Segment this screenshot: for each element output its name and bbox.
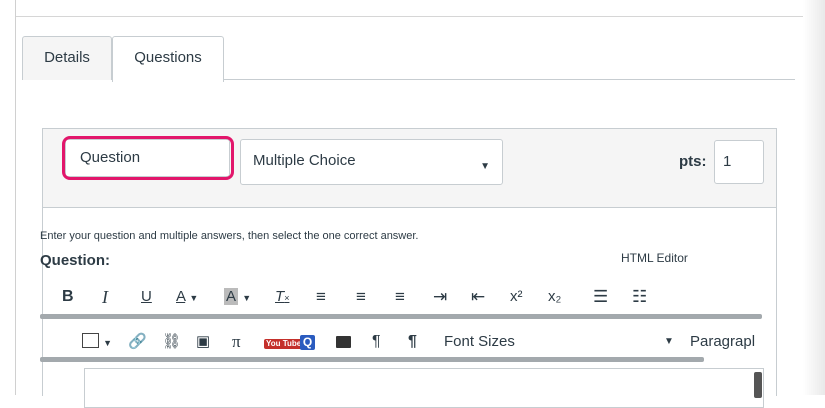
outdent-icon[interactable]: ⇤ <box>471 282 485 312</box>
tab-details[interactable]: Details <box>22 36 112 80</box>
top-divider <box>16 16 811 17</box>
question-header: Question Multiple Choice ▼ pts: 1 <box>43 129 776 208</box>
table-icon <box>82 333 99 348</box>
question-type-value: Multiple Choice <box>253 152 356 169</box>
quizlet-button[interactable]: Q <box>300 327 315 357</box>
unlink-icon[interactable]: ⛓ <box>162 327 181 357</box>
window-shadow <box>803 0 825 395</box>
background-color-icon: A <box>224 288 239 305</box>
clear-formatting-icon: T <box>275 288 285 305</box>
question-label: Question: <box>40 252 110 269</box>
youtube-icon: You Tube <box>264 339 304 349</box>
youtube-button[interactable]: You Tube <box>264 327 304 357</box>
align-center-icon[interactable]: ≡ <box>356 282 366 312</box>
ltr-icon[interactable]: ¶ <box>372 327 381 357</box>
question-type-select[interactable]: Multiple Choice ▼ <box>240 139 503 185</box>
chevron-down-icon: ▼ <box>189 293 199 303</box>
clear-formatting-button[interactable]: T× <box>275 282 289 313</box>
points-label: pts: <box>679 153 707 170</box>
tab-questions[interactable]: Questions <box>112 36 224 82</box>
editor-scrollbar[interactable] <box>754 372 762 398</box>
media-button[interactable] <box>336 327 351 357</box>
font-color-button[interactable]: A ▼ <box>176 282 198 313</box>
quizlet-icon: Q <box>300 335 315 350</box>
chevron-down-icon: ▼ <box>242 293 252 303</box>
toolbar-scrollbar[interactable] <box>40 314 762 319</box>
background-color-button[interactable]: A ▼ <box>224 282 251 313</box>
superscript-button[interactable]: x² <box>510 282 523 312</box>
font-color-icon: A <box>176 288 186 305</box>
numbered-list-icon[interactable]: ☷ <box>632 282 647 312</box>
bullet-list-icon[interactable]: ☰ <box>593 282 608 312</box>
points-input[interactable]: 1 <box>714 140 764 184</box>
image-icon[interactable]: ▣ <box>196 327 210 357</box>
editor-toolbar-row2: ▼ 🔗 ⛓ ▣ π You Tube Q ¶ ¶ Font Sizes ▼ Pa… <box>40 327 762 357</box>
dropdown-caret-icon: ▼ <box>480 161 490 172</box>
rtl-icon[interactable]: ¶ <box>408 327 417 357</box>
paragraph-dropdown[interactable]: Paragrapl <box>690 327 755 357</box>
table-button[interactable]: ▼ <box>82 327 112 358</box>
editor-toolbar-row1: B I U A ▼ A ▼ T× ≡ ≡ ≡ ⇥ ⇤ x² x₂ ☰ ☷ <box>40 282 762 312</box>
toolbar-scrollbar[interactable] <box>40 357 704 362</box>
chevron-down-icon: ▼ <box>103 338 113 348</box>
tab-details-label: Details <box>44 49 90 66</box>
question-instructions: Enter your question and multiple answers… <box>40 230 419 242</box>
align-right-icon[interactable]: ≡ <box>395 282 405 312</box>
align-left-icon[interactable]: ≡ <box>316 282 326 312</box>
tab-questions-label: Questions <box>134 49 202 66</box>
bold-button[interactable]: B <box>62 282 74 312</box>
math-button[interactable]: π <box>232 327 241 357</box>
link-icon[interactable]: 🔗 <box>128 327 147 357</box>
clear-x-icon: × <box>284 293 290 303</box>
font-sizes-dropdown[interactable]: Font Sizes <box>444 327 515 357</box>
film-icon <box>336 336 351 348</box>
indent-icon[interactable]: ⇥ <box>433 282 447 312</box>
underline-button[interactable]: U <box>141 282 152 312</box>
html-editor-link[interactable]: HTML Editor <box>621 251 688 265</box>
rich-text-editor-area[interactable] <box>84 368 764 408</box>
subscript-button[interactable]: x₂ <box>548 282 561 312</box>
question-name-highlight <box>62 136 234 180</box>
chevron-down-icon[interactable]: ▼ <box>664 327 674 357</box>
italic-button[interactable]: I <box>102 282 108 312</box>
